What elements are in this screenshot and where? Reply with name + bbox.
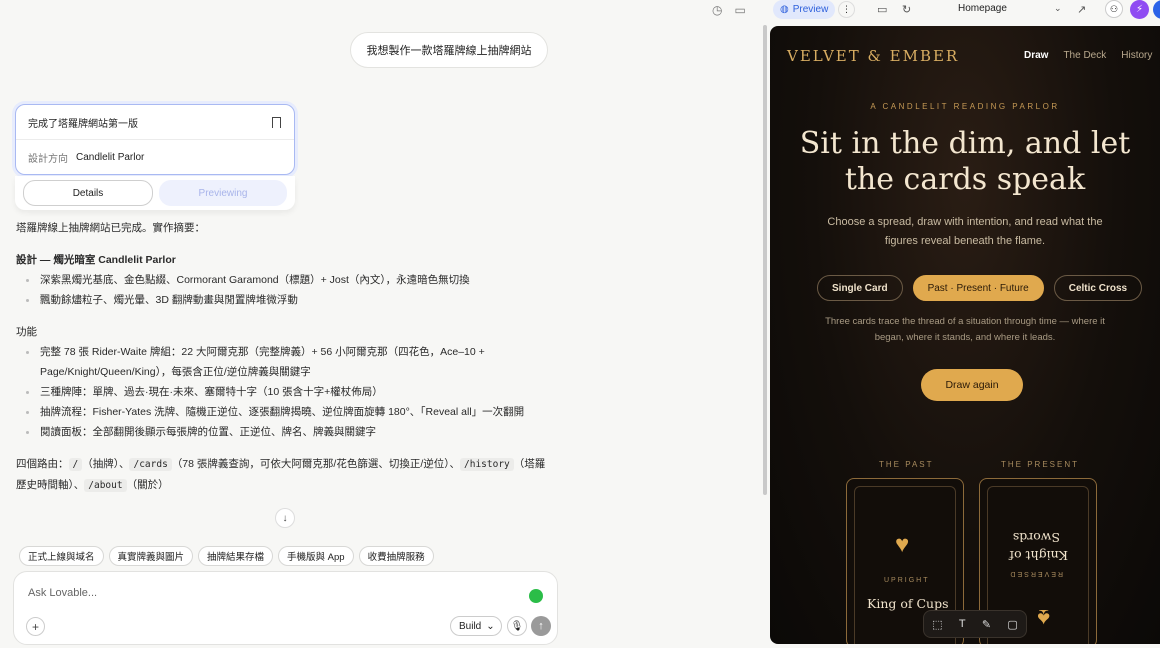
position-label: THE PRESENT: [1001, 460, 1080, 469]
route-code: /about: [84, 479, 127, 492]
build-mode-select[interactable]: Build ⌄: [450, 616, 502, 636]
chat-panel: ◷ ▭ 我想製作一款塔羅牌線上抽牌網站 完成了塔羅牌網站第一版 設計方向 Can…: [0, 0, 764, 648]
site-brand[interactable]: VELVET & EMBER: [787, 47, 959, 65]
card-name: King of Cups: [867, 596, 949, 611]
assistant-message: 塔羅牌線上抽牌網站已完成。實作摘要： 設計 — 燭光暗室 Candlelit P…: [16, 218, 546, 496]
user-message: 我想製作一款塔羅牌線上抽牌網站: [350, 32, 548, 68]
spread-celtic-button[interactable]: Celtic Cross: [1053, 275, 1143, 301]
lightning-icon[interactable]: ⚡: [1130, 0, 1149, 19]
details-button[interactable]: Details: [23, 180, 153, 206]
card-orientation: UPRIGHT: [884, 577, 930, 584]
prompt-input[interactable]: [28, 587, 508, 599]
version-card[interactable]: 完成了塔羅牌網站第一版 設計方向 Candlelit Parlor: [15, 104, 295, 175]
scroll-down-icon[interactable]: ↓: [275, 508, 295, 528]
suggestion-chip[interactable]: 真實牌義與圖片: [108, 546, 194, 566]
device-icon[interactable]: ▭: [877, 3, 887, 16]
comment-icon[interactable]: ▢: [1007, 618, 1017, 631]
preview-toggle[interactable]: ◍ Preview: [773, 0, 836, 19]
list-item: 飄動餘燼粒子、燭光暈、3D 翻牌動畫與閒置牌堆微浮動: [26, 290, 546, 310]
refresh-icon[interactable]: ↻: [902, 3, 911, 16]
mic-icon: 🎙: [510, 620, 524, 632]
list-item: 抽牌流程：Fisher-Yates 洗牌、隨機正逆位、逐張翻牌揭曉、逆位牌面旋轉…: [26, 402, 546, 422]
composer: + Build ⌄ 🎙 ↑: [13, 571, 558, 645]
arrow-up-icon: ↑: [538, 620, 544, 632]
draw-again-button[interactable]: Draw again: [921, 369, 1023, 401]
card-orientation: REVERSED: [1008, 570, 1063, 577]
list-item: 三種牌陣：單牌、過去·現在·未來、塞爾特十字（10 張含十字+權杖佈局）: [26, 382, 546, 402]
routes-paragraph: 四個路由： / （抽牌）、/cards （78 張牌義查詢，可依大阿爾克那/花色篩選、…: [16, 458, 546, 492]
list-item: 深紫黑燭光基底、金色點綴、Cormorant Garamond（標題）+ Jos…: [26, 270, 546, 290]
version-actions: Details Previewing: [15, 176, 295, 210]
attach-plus-button[interactable]: +: [26, 617, 45, 636]
list-item: 閱讀面板：全部翻開後顯示每張牌的位置、正逆位、牌名、牌義與關鍵字: [26, 422, 546, 442]
hero-subtitle: Choose a spread, draw with intention, an…: [827, 216, 1103, 247]
spread-single-button[interactable]: Single Card: [817, 275, 903, 301]
design-list: 深紫黑燭光基底、金色點綴、Cormorant Garamond（標題）+ Jos…: [16, 270, 546, 310]
mic-button[interactable]: 🎙: [507, 616, 527, 636]
external-link-icon[interactable]: ↗: [1077, 3, 1086, 16]
features-title: 功能: [16, 326, 37, 338]
sidebar-toggle-icon[interactable]: ▭: [734, 3, 745, 17]
suggestion-chip[interactable]: 抽牌結果存檔: [198, 546, 274, 566]
heart-icon: ♥: [895, 531, 910, 558]
summary-intro: 塔羅牌線上抽牌網站已完成。實作摘要：: [16, 222, 205, 234]
chevron-down-icon[interactable]: ⌄: [1054, 3, 1062, 14]
pen-icon[interactable]: ✎: [982, 618, 991, 631]
list-item: 完整 78 張 Rider-Waite 牌組：22 大阿爾克那（完整牌義）+ 5…: [26, 342, 546, 382]
account-avatar[interactable]: [1153, 0, 1160, 19]
features-list: 完整 78 張 Rider-Waite 牌組：22 大阿爾克那（完整牌義）+ 5…: [16, 342, 546, 442]
position-label: THE PAST: [879, 460, 934, 469]
spade-icon: ♠: [1037, 604, 1050, 631]
site-nav: Draw The Deck History: [1024, 50, 1152, 61]
route-code: /history: [460, 458, 514, 471]
nav-history[interactable]: History: [1121, 50, 1152, 61]
nav-draw[interactable]: Draw: [1024, 50, 1048, 61]
globe-icon: ◍: [780, 4, 789, 15]
nav-deck[interactable]: The Deck: [1063, 50, 1106, 61]
chat-toolbar: ◷ ▭: [712, 3, 746, 17]
history-icon[interactable]: ◷: [712, 3, 722, 17]
direction-value: Candlelit Parlor: [76, 152, 145, 163]
page-select[interactable]: Homepage: [958, 3, 1007, 14]
suggestion-chip[interactable]: 手機版與 App: [278, 546, 354, 566]
bookmark-icon[interactable]: [272, 116, 281, 128]
preview-toolbar: ◍ Preview ⋮ ▭ ↻ Homepage ⌄ ↗ ⚇ ⚡: [770, 0, 1160, 22]
select-icon[interactable]: ⬚: [932, 618, 942, 631]
spread-description: Three cards trace the thread of a situat…: [825, 316, 1105, 343]
send-button[interactable]: ↑: [531, 616, 551, 636]
chevron-down-icon: ⌄: [486, 620, 495, 632]
text-icon[interactable]: T: [959, 618, 966, 630]
card-name: Swords: [1012, 530, 1060, 545]
spread-ppf-button[interactable]: Past · Present · Future: [912, 275, 1044, 301]
suggestion-chips: 正式上線與域名 真實牌義與圖片 抽牌結果存檔 手機版與 App 收費抽牌服務: [19, 546, 434, 566]
route-code: /: [68, 458, 83, 471]
design-title: 設計 — 燭光暗室 Candlelit Parlor: [16, 254, 176, 266]
panel-resizer[interactable]: [763, 25, 767, 495]
version-title: 完成了塔羅牌網站第一版: [28, 118, 138, 130]
suggestion-chip[interactable]: 收費抽牌服務: [358, 546, 434, 566]
direction-label: 設計方向: [28, 154, 68, 165]
suggestion-chip[interactable]: 正式上線與域名: [19, 546, 104, 566]
hero-title: Sit in the dim, and let the cards speak: [799, 126, 1131, 197]
more-options-icon[interactable]: ⋮: [838, 1, 855, 18]
previewing-button[interactable]: Previewing: [159, 180, 287, 206]
bot-icon: [529, 589, 543, 603]
route-code: /cards: [129, 458, 172, 471]
share-user-icon[interactable]: ⚇: [1105, 0, 1123, 18]
spread-selector: Single Card Past · Present · Future Celt…: [817, 275, 1143, 301]
card-name: Knight of: [1009, 548, 1068, 563]
edit-toolbar: ⬚ T ✎ ▢: [923, 610, 1027, 638]
site-preview: VELVET & EMBER Draw The Deck History A C…: [770, 26, 1160, 644]
hero-eyebrow: A CANDLELIT READING PARLOR: [870, 102, 1060, 111]
